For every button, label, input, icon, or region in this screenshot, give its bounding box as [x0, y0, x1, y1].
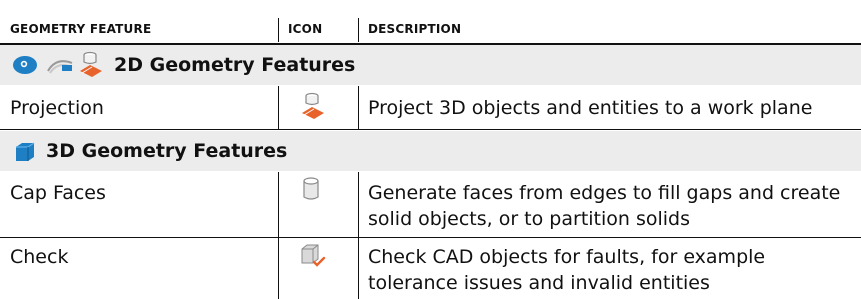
- projection-icon: [300, 92, 326, 126]
- feature-name: Projection: [10, 97, 104, 119]
- section-2d-geometry-features: 2D Geometry Features: [0, 45, 861, 85]
- feature-name: Cap Faces: [10, 182, 106, 204]
- header-divider: [358, 18, 359, 42]
- row-divider: [358, 86, 359, 130]
- row-divider: [278, 238, 279, 299]
- feature-description: Generate faces from edges to fill gaps a…: [368, 182, 841, 230]
- feature-description: Check CAD objects for faults, for exampl…: [368, 246, 766, 294]
- section-title: 3D Geometry Features: [46, 140, 288, 162]
- section-title: 2D Geometry Features: [114, 54, 356, 76]
- work-plane-icon: [46, 55, 74, 79]
- header-geometry-feature: GEOMETRY FEATURE: [10, 22, 152, 36]
- feature-name: Check: [10, 246, 69, 268]
- projection-icon: [78, 51, 104, 83]
- header-description: DESCRIPTION: [368, 22, 462, 36]
- row-divider: [278, 172, 279, 238]
- circle-blue-icon: [12, 55, 38, 79]
- feature-description: Project 3D objects and entities to a wor…: [368, 97, 813, 119]
- row-divider: [278, 86, 279, 130]
- row-rule: [0, 237, 861, 238]
- header-divider: [278, 18, 279, 42]
- check-cube-icon: [300, 243, 326, 273]
- row-rule: [0, 129, 861, 130]
- section-3d-geometry-features: 3D Geometry Features: [0, 131, 861, 171]
- row-divider: [358, 172, 359, 238]
- cylinder-icon: [301, 177, 321, 207]
- header-icon: ICON: [288, 22, 323, 36]
- row-divider: [358, 238, 359, 299]
- cube-blue-icon: [14, 142, 36, 166]
